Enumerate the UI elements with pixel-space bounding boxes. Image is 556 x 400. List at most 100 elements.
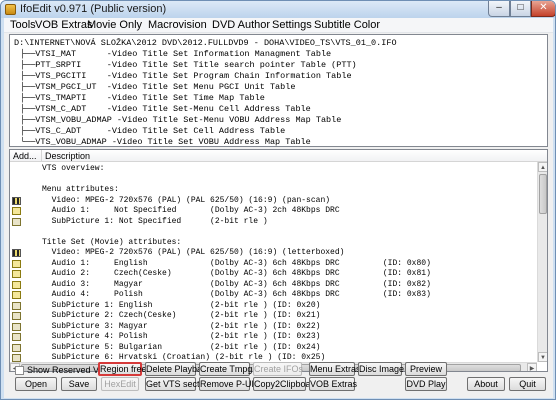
sub-icon <box>12 217 21 226</box>
tree-item[interactable]: ├──VTSI_MAT -Video Title Set Information… <box>20 49 331 59</box>
speaker-icon <box>12 270 21 278</box>
dvd-play-button[interactable]: DVD Play <box>405 377 447 391</box>
list-header: Add... Description <box>10 150 547 162</box>
tree-item[interactable]: ├──PTT_SRPTI -Video Title Set Title sear… <box>20 60 357 70</box>
menu-extras-button[interactable]: Menu Extras <box>309 362 361 376</box>
list-item[interactable]: SubPicture 1: English (2-bit rle ) (ID: … <box>10 301 537 311</box>
list-item[interactable]: SubPicture 4: Polish (2-bit rle ) (ID: 0… <box>10 332 537 342</box>
maximize-button[interactable]: □ <box>510 1 531 17</box>
tree-root[interactable]: D:\INTERNET\NOVÁ SLOŽKA\2012 DVD\2012.FU… <box>14 38 397 48</box>
menu-dvd-author[interactable]: DVD Author <box>212 19 270 31</box>
window-title: IfoEdit v0.971 (Public version) <box>20 3 167 15</box>
list-body: VTS overview: Menu attributes: Video: MPE… <box>10 162 537 362</box>
tree-item[interactable]: ├──VTSM_C_ADT -Video Title Set-Menu Cell… <box>20 104 311 114</box>
sub-icon <box>12 354 21 362</box>
description-list[interactable]: Add... Description VTS overview: Menu att… <box>9 149 548 372</box>
list-item-text: SubPicture 1: Not Specified (2-bit rle ) <box>42 216 268 226</box>
speaker-icon <box>12 280 21 289</box>
hexedit-button: HexEdit <box>101 377 139 391</box>
speaker-icon <box>12 207 21 215</box>
list-item-text: Audio 3: Magyar (Dolby AC-3) 6ch 48Kbps … <box>42 279 431 289</box>
region-free-button[interactable]: Region free <box>98 362 147 376</box>
menu-macrovision[interactable]: Macrovision <box>148 19 207 31</box>
list-item[interactable]: Title Set (Movie) attributes: <box>10 238 537 248</box>
menu-tools[interactable]: Tools <box>10 19 36 31</box>
list-item[interactable]: Audio 4: Polish (Dolby AC-3) 6ch 48Kbps … <box>10 290 537 300</box>
list-item[interactable]: Video: MPEG-2 720x576 (PAL) (PAL 625/50)… <box>10 196 537 206</box>
list-item[interactable]: Audio 1: Not Specified (Dolby AC-3) 2ch … <box>10 206 537 216</box>
column-header-description[interactable]: Description <box>42 150 547 162</box>
list-item[interactable]: Menu attributes: <box>10 185 537 195</box>
list-item-text: SubPicture 6: Hrvatski (Croatian) (2-bit… <box>42 353 326 362</box>
title-bar[interactable]: IfoEdit v0.971 (Public version) – □ ✕ <box>1 1 555 18</box>
list-item-text: SubPicture 3: Magyar (2-bit rle ) (ID: 0… <box>42 321 321 331</box>
speaker-icon <box>12 259 21 268</box>
open-button[interactable]: Open <box>15 377 57 391</box>
menu-vob-extras[interactable]: VOB Extras <box>35 19 92 31</box>
scroll-thumb[interactable] <box>539 174 547 214</box>
tree-item[interactable]: ├──VTS_PGCITI -Video Title Set Program C… <box>20 71 352 81</box>
disc-image-button[interactable]: Disc Image <box>358 362 404 376</box>
sub-icon <box>12 312 21 320</box>
vob-extras-button[interactable]: VOB Extras <box>309 377 357 391</box>
list-item[interactable]: Video: MPEG-2 720x576 (PAL) (PAL 625/50)… <box>10 248 537 258</box>
tree-item[interactable]: └──VTS_VOBU_ADMAP -Video Title Set VOBU … <box>20 137 311 146</box>
list-item[interactable]: VTS overview: <box>10 164 537 174</box>
about-button[interactable]: About <box>467 377 505 391</box>
delete-playback-button[interactable]: Delete Playback <box>145 362 211 376</box>
app-icon <box>5 4 16 15</box>
list-item[interactable] <box>10 175 537 185</box>
list-item-text: Title Set (Movie) attributes: <box>42 237 182 247</box>
list-item-text: VTS overview: <box>42 164 105 173</box>
list-item-text: Audio 1: English (Dolby AC-3) 6ch 48Kbps… <box>42 258 431 268</box>
list-item[interactable]: SubPicture 2: Czech(Ceske) (2-bit rle ) … <box>10 311 537 321</box>
client-area: Tools VOB Extras Movie Only Macrovision … <box>4 18 553 398</box>
quit-button[interactable]: Quit <box>509 377 546 391</box>
create-tmpg-button[interactable]: Create Tmpg T. <box>199 362 262 376</box>
tree-item[interactable]: ├──VTS_C_ADT -Video Title Set Cell Addre… <box>20 126 285 136</box>
minimize-button[interactable]: – <box>488 1 510 17</box>
speaker-icon <box>12 291 21 299</box>
list-item[interactable] <box>10 227 537 237</box>
list-item[interactable]: SubPicture 5: Bulgarian (2-bit rle ) (ID… <box>10 343 537 353</box>
menu-movie-only[interactable]: Movie Only <box>87 19 142 31</box>
tree-item[interactable]: ├──VTSM_VOBU_ADMAP -Video Title Set-Menu… <box>20 115 341 125</box>
list-item[interactable]: SubPicture 3: Magyar (2-bit rle ) (ID: 0… <box>10 322 537 332</box>
list-item[interactable]: Audio 1: English (Dolby AC-3) 6ch 48Kbps… <box>10 259 537 269</box>
column-header-add[interactable]: Add... <box>10 150 42 162</box>
menu-settings[interactable]: Settings <box>272 19 312 31</box>
remove-puops-button[interactable]: Remove P-UPs <box>199 377 262 391</box>
scroll-right-icon[interactable]: ▶ <box>527 363 537 371</box>
preview-button[interactable]: Preview <box>405 362 447 376</box>
save-button[interactable]: Save <box>61 377 97 391</box>
list-item-text: Video: MPEG-2 720x576 (PAL) (PAL 625/50)… <box>42 248 345 257</box>
show-reserved-checkbox[interactable] <box>15 366 24 375</box>
list-item[interactable]: Audio 3: Magyar (Dolby AC-3) 6ch 48Kbps … <box>10 280 537 290</box>
app-window: IfoEdit v0.971 (Public version) – □ ✕ To… <box>0 0 556 400</box>
list-item-text: Audio 1: Not Specified (Dolby AC-3) 2ch … <box>42 206 340 215</box>
list-item-text: SubPicture 4: Polish (2-bit rle ) (ID: 0… <box>42 332 321 341</box>
list-item-text: SubPicture 1: English (2-bit rle ) (ID: … <box>42 300 321 310</box>
scroll-down-icon[interactable]: ▼ <box>538 352 547 362</box>
close-button[interactable]: ✕ <box>531 1 555 17</box>
sub-icon <box>12 333 21 341</box>
get-vts-sectors-button[interactable]: Get VTS sectors <box>145 377 212 391</box>
list-item[interactable]: Audio 2: Czech(Ceske) (Dolby AC-3) 6ch 4… <box>10 269 537 279</box>
copy2clipboard-button[interactable]: Copy2Clipboard <box>253 377 319 391</box>
film-icon <box>12 196 21 205</box>
scroll-up-icon[interactable]: ▲ <box>538 162 547 172</box>
tree-item[interactable]: ├──VTS_TMAPTI -Video Title Set Time Map … <box>20 93 265 103</box>
list-item-text: Video: MPEG-2 720x576 (PAL) (PAL 625/50)… <box>42 195 331 205</box>
tree-item[interactable]: ├──VTSM_PGCI_UT -Video Title Set Menu PG… <box>20 82 295 92</box>
list-item-text: Audio 4: Polish (Dolby AC-3) 6ch 48Kbps … <box>42 290 431 299</box>
list-item-text: SubPicture 2: Czech(Ceske) (2-bit rle ) … <box>42 311 321 320</box>
list-item[interactable]: SubPicture 6: Hrvatski (Croatian) (2-bit… <box>10 353 537 362</box>
vertical-scrollbar[interactable]: ▲ ▼ <box>537 162 547 362</box>
menu-subtitle-color[interactable]: Subtitle Color <box>314 19 380 31</box>
menu-bar: Tools VOB Extras Movie Only Macrovision … <box>4 18 553 33</box>
ifo-structure-tree[interactable]: D:\INTERNET\NOVÁ SLOŽKA\2012 DVD\2012.FU… <box>9 34 548 147</box>
create-ifos-button: Create IFOs <box>253 362 304 376</box>
list-item-text: Audio 2: Czech(Ceske) (Dolby AC-3) 6ch 4… <box>42 269 431 278</box>
list-item[interactable]: SubPicture 1: Not Specified (2-bit rle ) <box>10 217 537 227</box>
sub-icon <box>12 322 21 331</box>
